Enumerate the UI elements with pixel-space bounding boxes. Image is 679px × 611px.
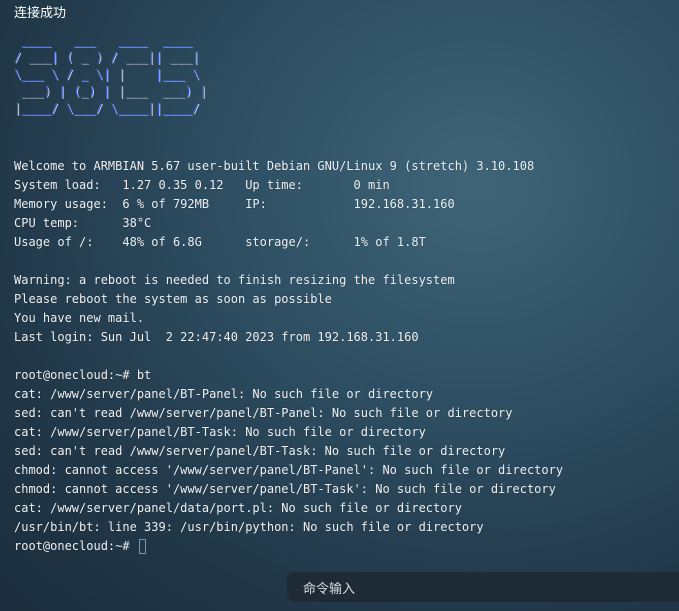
output-line: Last login: Sun Jul 2 22:47:40 2023 from…	[14, 330, 419, 344]
output-line: root@onecloud:~# bt	[14, 368, 152, 382]
output-line: You have new mail.	[14, 311, 145, 325]
output-line: Memory usage: 6 % of 792MB IP: 192.168.3…	[14, 197, 455, 211]
output-line: chmod: cannot access '/www/server/panel/…	[14, 463, 564, 477]
output-line: System load: 1.27 0.35 0.12 Up time: 0 m…	[14, 178, 390, 192]
output-line: sed: can't read /www/server/panel/BT-Tas…	[14, 444, 506, 458]
terminal-output: Welcome to ARMBIAN 5.67 user-built Debia…	[14, 157, 674, 556]
output-line: Warning: a reboot is needed to finish re…	[14, 273, 455, 287]
output-line: sed: can't read /www/server/panel/BT-Pan…	[14, 406, 513, 420]
output-line: cat: /www/server/panel/BT-Task: No such …	[14, 425, 426, 439]
output-line: Usage of /: 48% of 6.8G storage/: 1% of …	[14, 235, 426, 249]
connection-status: 连接成功	[14, 6, 67, 21]
shell-prompt: root@onecloud:~#	[14, 539, 137, 553]
output-line: Welcome to ARMBIAN 5.67 user-built Debia…	[14, 159, 535, 173]
output-line: cat: /www/server/panel/data/port.pl: No …	[14, 501, 462, 515]
output-line: cat: /www/server/panel/BT-Panel: No such…	[14, 387, 434, 401]
terminal-window[interactable]: 连接成功 ____ ___ ____ ____ / ___| ( _ ) / _…	[0, 0, 679, 611]
cursor-block	[138, 539, 146, 554]
command-input-bar[interactable]: 命令输入	[287, 572, 679, 602]
output-line: CPU temp: 38°C	[14, 216, 152, 230]
command-input-label: 命令输入	[303, 581, 356, 597]
output-line: Please reboot the system as soon as poss…	[14, 292, 332, 306]
output-line: /usr/bin/bt: line 339: /usr/bin/python: …	[14, 520, 484, 534]
ascii-logo: ____ ___ ____ ____ / ___| ( _ ) / ___|| …	[14, 33, 208, 115]
output-line: chmod: cannot access '/www/server/panel/…	[14, 482, 556, 496]
prompt-line[interactable]: root@onecloud:~#	[14, 537, 674, 556]
